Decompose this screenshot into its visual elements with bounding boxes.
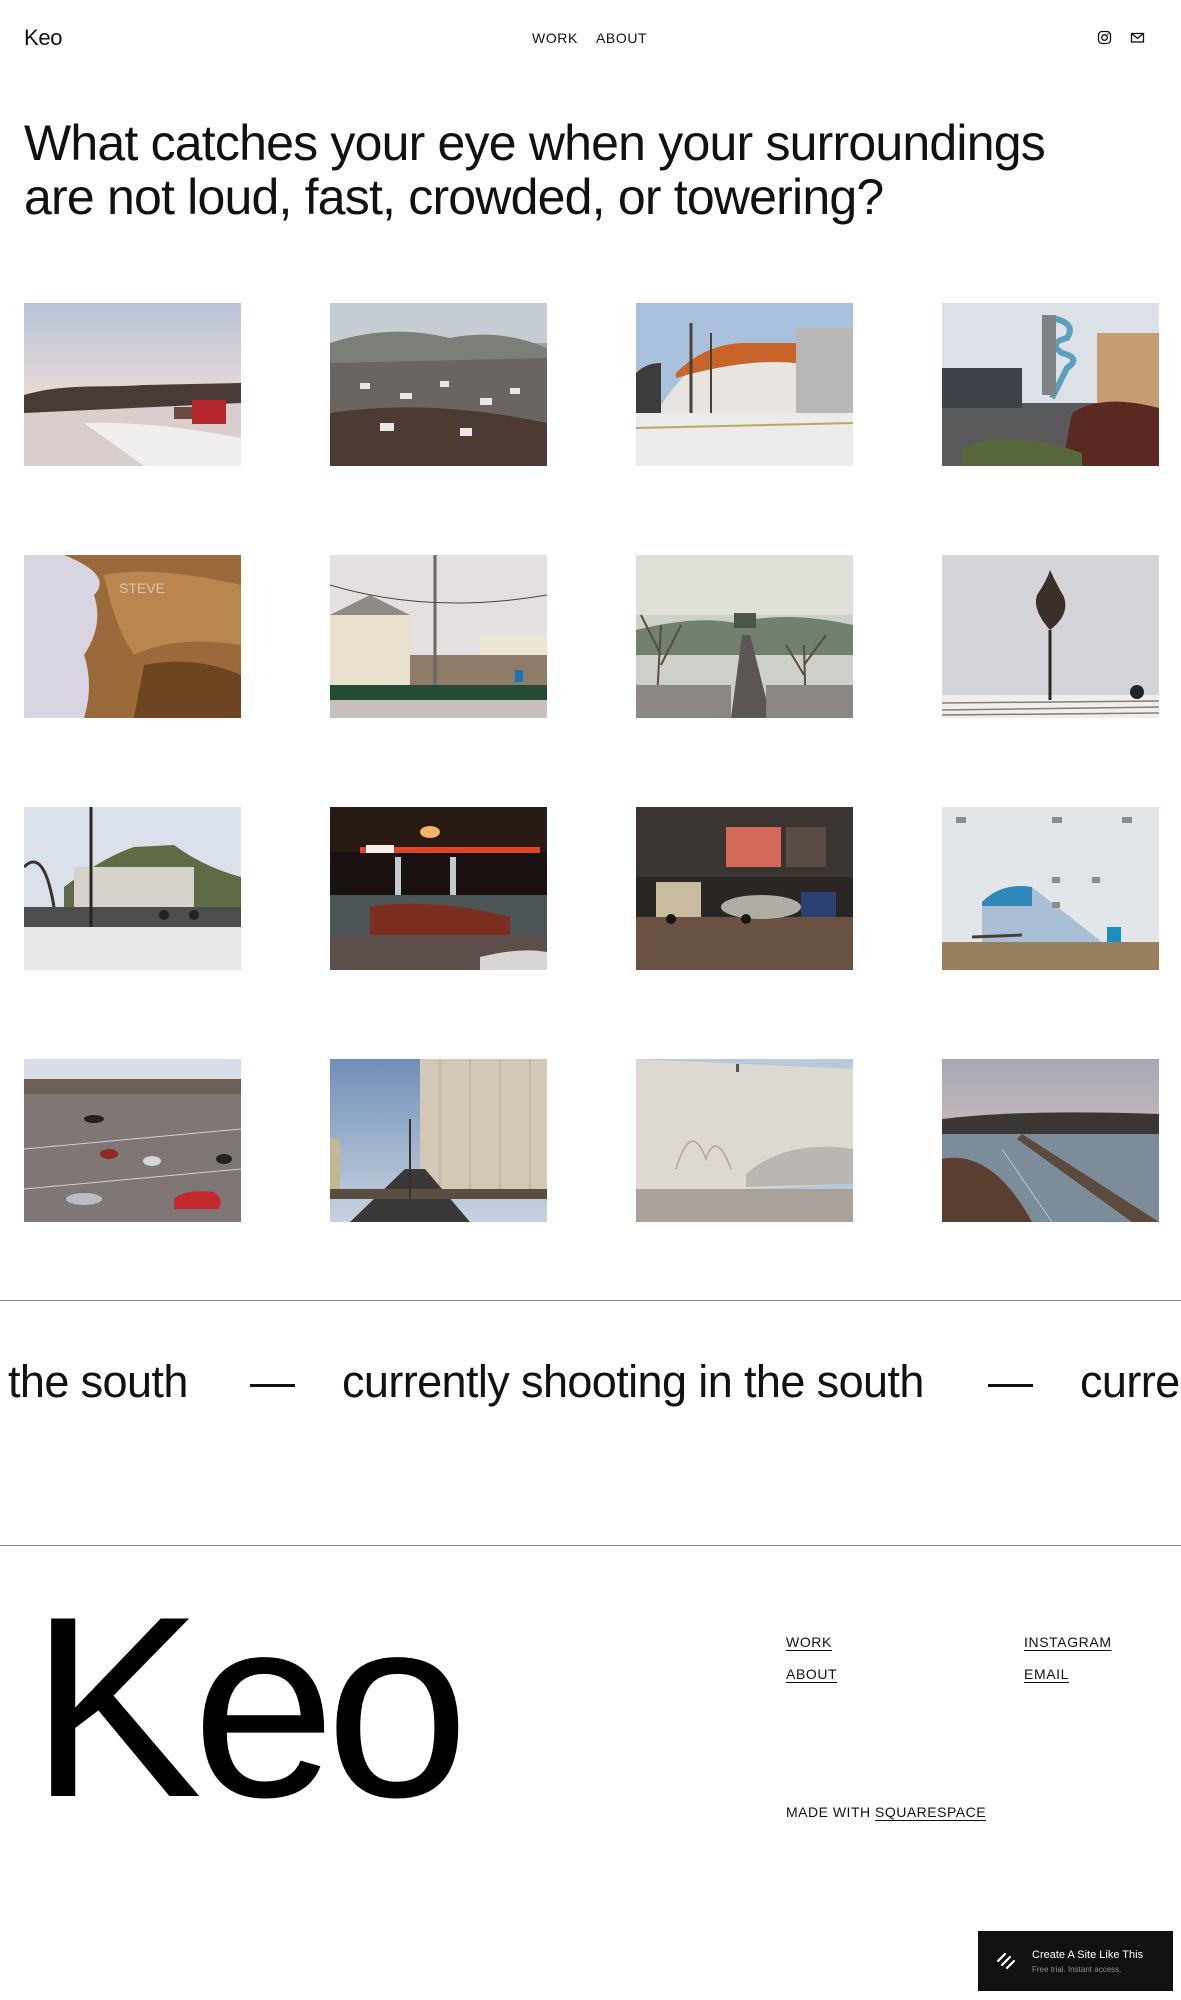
gallery-photo-13[interactable] [24, 1059, 241, 1222]
create-site-badge[interactable]: Create A Site Like This Free trial. Inst… [978, 1931, 1173, 1991]
gallery-photo-11[interactable] [636, 807, 853, 970]
squarespace-link[interactable]: SQUARESPACE [875, 1804, 986, 1820]
footer-about-link[interactable]: ABOUT [786, 1666, 837, 1682]
gallery-photo-10[interactable] [330, 807, 547, 970]
gallery-photo-5[interactable]: STEVE [24, 555, 241, 718]
marquee-text: curre [1080, 1357, 1180, 1407]
nav-about-link[interactable]: ABOUT [596, 30, 647, 46]
marquee-top-divider [0, 1300, 1181, 1301]
badge-title: Create A Site Like This [1032, 1949, 1144, 1961]
badge-subtitle: Free trial. Instant access. [1032, 1965, 1122, 1974]
footer-email-link[interactable]: EMAIL [1024, 1666, 1069, 1682]
marquee-bottom-divider [0, 1545, 1181, 1546]
svg-text:STEVE: STEVE [119, 580, 165, 596]
gallery-photo-16[interactable] [942, 1059, 1159, 1222]
gallery-photo-6[interactable] [330, 555, 547, 718]
gallery-photo-4[interactable] [942, 303, 1159, 466]
marquee-text: the south [8, 1357, 188, 1407]
made-with-credit: MADE WITH SQUARESPACE [786, 1804, 986, 1820]
gallery-photo-7[interactable] [636, 555, 853, 718]
squarespace-logo-icon [994, 1949, 1018, 1973]
marquee-separator: — [988, 1357, 1033, 1407]
gallery-photo-1[interactable] [24, 303, 241, 466]
hero-headline: What catches your eye when your surround… [24, 115, 1046, 225]
site-logo[interactable]: Keo [24, 25, 63, 51]
gallery-photo-3[interactable] [636, 303, 853, 466]
footer-instagram-link[interactable]: INSTAGRAM [1024, 1634, 1112, 1650]
marquee-separator: — [250, 1357, 295, 1407]
marquee-ticker: the south — currently shooting in the so… [0, 1357, 1181, 1417]
social-links [1097, 30, 1145, 45]
marquee-text: currently shooting in the south [342, 1357, 924, 1407]
gallery-photo-12[interactable] [942, 807, 1159, 970]
gallery-photo-2[interactable] [330, 303, 547, 466]
instagram-icon[interactable] [1097, 30, 1112, 45]
email-icon[interactable] [1130, 30, 1145, 45]
footer-logo: Keo [30, 1562, 469, 1851]
photo-gallery: STEVE [24, 303, 1159, 1222]
gallery-photo-8[interactable] [942, 555, 1159, 718]
gallery-photo-15[interactable] [636, 1059, 853, 1222]
made-with-label: MADE WITH [786, 1804, 871, 1820]
main-nav: WORK ABOUT [532, 30, 647, 46]
gallery-photo-9[interactable] [24, 807, 241, 970]
footer-work-link[interactable]: WORK [786, 1634, 832, 1650]
gallery-photo-14[interactable] [330, 1059, 547, 1222]
site-header: Keo WORK ABOUT [0, 0, 1181, 78]
nav-work-link[interactable]: WORK [532, 30, 578, 46]
